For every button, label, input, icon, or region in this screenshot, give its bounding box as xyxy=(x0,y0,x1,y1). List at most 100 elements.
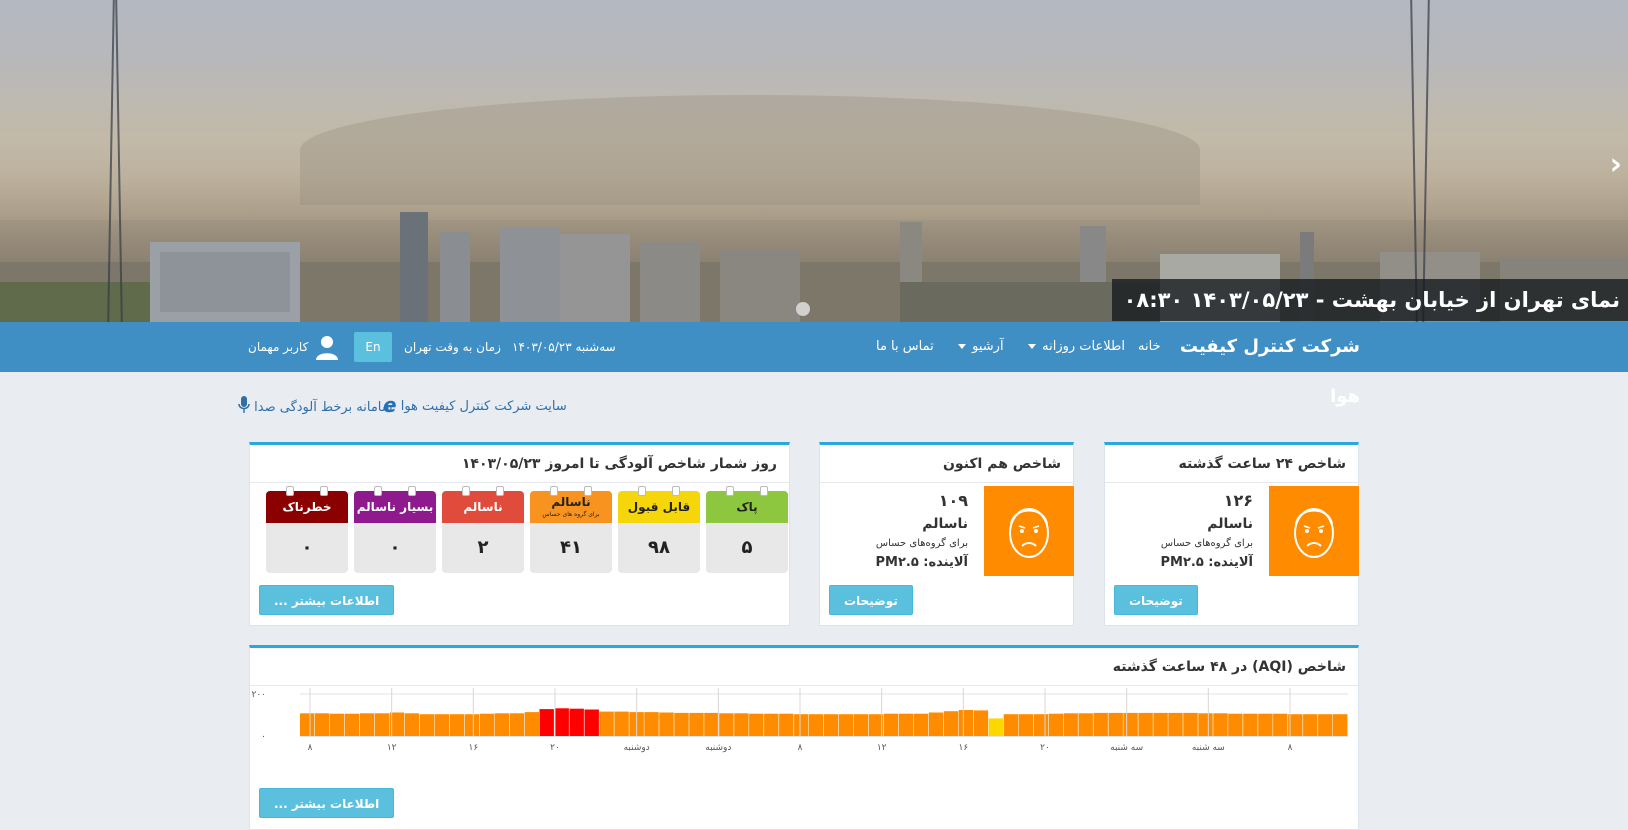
chart-bar xyxy=(868,714,884,736)
chart-bar xyxy=(809,714,824,736)
chart-bar xyxy=(494,713,509,736)
chart-bar xyxy=(599,711,614,736)
chart-bar xyxy=(1198,713,1213,736)
chart-bar xyxy=(1318,714,1333,736)
chart-bar xyxy=(883,713,899,736)
chart-bar xyxy=(764,713,779,736)
chart-bar xyxy=(449,714,465,736)
chart-xtick-label: ۸ xyxy=(308,743,313,753)
calendar-ring-icon xyxy=(672,486,680,496)
user-name[interactable]: کاربر مهمان xyxy=(248,322,308,372)
details-button-now[interactable]: توضیحات xyxy=(829,585,913,615)
chart-xtick-label: دوشنبه xyxy=(624,743,650,753)
chart-bar xyxy=(1033,714,1048,736)
chart-bar xyxy=(1078,713,1093,736)
aqi-info-now: ۱۰۹ ناسالم برای گروه‌های حساس آلاینده: P… xyxy=(828,491,968,570)
chart-bar xyxy=(329,713,345,736)
nav-daily-info[interactable]: اطلاعات روزانه xyxy=(1028,322,1125,372)
calendar-ring-icon xyxy=(638,486,646,496)
chart-bar xyxy=(315,713,330,736)
day-counter-value: ۹۸ xyxy=(648,537,670,558)
day-counter-value: ۰ xyxy=(389,537,401,558)
calendar-ring-icon xyxy=(462,486,470,496)
day-counter-card-header: ناسالم برای گروه های حساس xyxy=(530,491,612,523)
chart-bar xyxy=(1093,712,1108,736)
chart-bar xyxy=(794,714,809,736)
hero-mountain xyxy=(300,95,1200,205)
day-counter-card: ناسالم برای گروه های حساس ۴۱ xyxy=(530,486,612,573)
day-counter-category-label: خطرناک xyxy=(282,500,332,514)
aqi-value: ۱۲۶ xyxy=(1223,491,1253,510)
chart-bar xyxy=(1183,712,1198,736)
chart-bar xyxy=(644,712,659,736)
nav-contact[interactable]: تماس با ما xyxy=(876,322,934,372)
carousel-indicator[interactable] xyxy=(796,302,810,316)
brand-title[interactable]: شرکت کنترل کیفیت هوا xyxy=(1178,322,1360,407)
chart-bar xyxy=(1123,712,1138,736)
day-counter-card: قابل قبول ۹۸ xyxy=(618,486,700,573)
chart-xtick-label: سه شنبه xyxy=(1192,743,1225,753)
aqi-face-box xyxy=(984,486,1074,576)
hero-caption: نمای تهران از خیابان بهشت - ۱۴۰۳/۰۵/۲۳ ۰… xyxy=(1111,279,1628,321)
chart-bar xyxy=(1048,713,1063,736)
aqi-status: ناسالم xyxy=(922,516,968,532)
chart-bar xyxy=(1258,713,1273,736)
chart-bar xyxy=(554,708,569,736)
day-counter-card-header: پاک xyxy=(706,491,788,523)
panel-aqi-chart-title: شاخص (AQI) در ۴۸ ساعت گذشته xyxy=(250,648,1358,686)
chart-bar xyxy=(584,709,599,736)
nav-archive-label: آرشیو xyxy=(972,339,1004,354)
chart-bar xyxy=(464,714,480,736)
panel-24h-index: شاخص ۲۴ ساعت گذشته ۱۲۶ ناسالم برای گروه‌… xyxy=(1104,442,1359,626)
chart-xtick-label: ۸ xyxy=(798,743,803,753)
chart-bar xyxy=(359,713,375,736)
details-button-24h[interactable]: توضیحات xyxy=(1114,585,1198,615)
calendar-ring-icon xyxy=(496,486,504,496)
chart-bar xyxy=(1333,714,1348,736)
chart-bar xyxy=(524,712,539,736)
chart-bar xyxy=(1153,712,1168,736)
company-site-link[interactable]: سایت شرکت کنترل کیفیت هوا e xyxy=(383,395,567,418)
chart-bar xyxy=(928,712,944,736)
chart-ytick-label: ۰ xyxy=(261,732,266,742)
current-date: سه‌شنبه ۱۴۰۳/۰۵/۲۳ xyxy=(512,340,616,354)
language-button[interactable]: En xyxy=(354,332,392,362)
chart-bar xyxy=(479,713,495,736)
user-icon[interactable] xyxy=(314,334,340,360)
day-counter-value: ۰ xyxy=(301,537,313,558)
chart-bar xyxy=(1243,713,1258,736)
aqi-face-box xyxy=(1269,486,1359,576)
calendar-ring-icon xyxy=(550,486,558,496)
more-info-button-chart[interactable]: اطلاعات بیشتر ... xyxy=(259,788,395,818)
calendar-ring-icon xyxy=(584,486,592,496)
carousel-next-icon[interactable]: › xyxy=(1610,147,1622,182)
nav-daily-info-label: اطلاعات روزانه xyxy=(1042,339,1125,354)
day-counter-card: پاک ۵ xyxy=(706,486,788,573)
chart-bar xyxy=(1003,714,1019,736)
chart-bar xyxy=(1213,713,1228,736)
chart-bar xyxy=(569,708,584,736)
more-info-button-days[interactable]: اطلاعات بیشتر ... xyxy=(259,585,395,615)
chart-bar xyxy=(973,710,989,736)
chart-xtick-label: ۸ xyxy=(1288,743,1293,753)
sad-face-icon xyxy=(1009,508,1049,558)
microphone-icon xyxy=(238,396,250,413)
aqi-subtext: برای گروه‌های حساس xyxy=(875,538,968,549)
panel-current-index: شاخص هم اکنون ۱۰۹ ناسالم برای گروه‌های ح… xyxy=(819,442,1074,626)
chart-bar xyxy=(1138,712,1153,736)
chart-bar xyxy=(898,713,914,736)
chart-bar xyxy=(839,714,854,736)
nav-archive[interactable]: آرشیو xyxy=(958,322,1004,372)
chart-bar xyxy=(659,712,674,736)
chart-bar xyxy=(1273,713,1288,736)
calendar-ring-icon xyxy=(726,486,734,496)
day-counter-category-label: ناسالم xyxy=(551,495,591,509)
chart-bar xyxy=(853,714,869,736)
nav-home[interactable]: خانه xyxy=(1138,322,1161,372)
noise-system-link[interactable]: سامانه برخط آلودگی صدا xyxy=(238,396,393,418)
day-counter-value: ۲ xyxy=(477,537,489,558)
day-counter-category-label: قابل قبول xyxy=(627,500,691,514)
chart-bar xyxy=(943,711,959,736)
chart-bar xyxy=(779,713,794,736)
panel-current-title: شاخص هم اکنون xyxy=(820,445,1073,483)
